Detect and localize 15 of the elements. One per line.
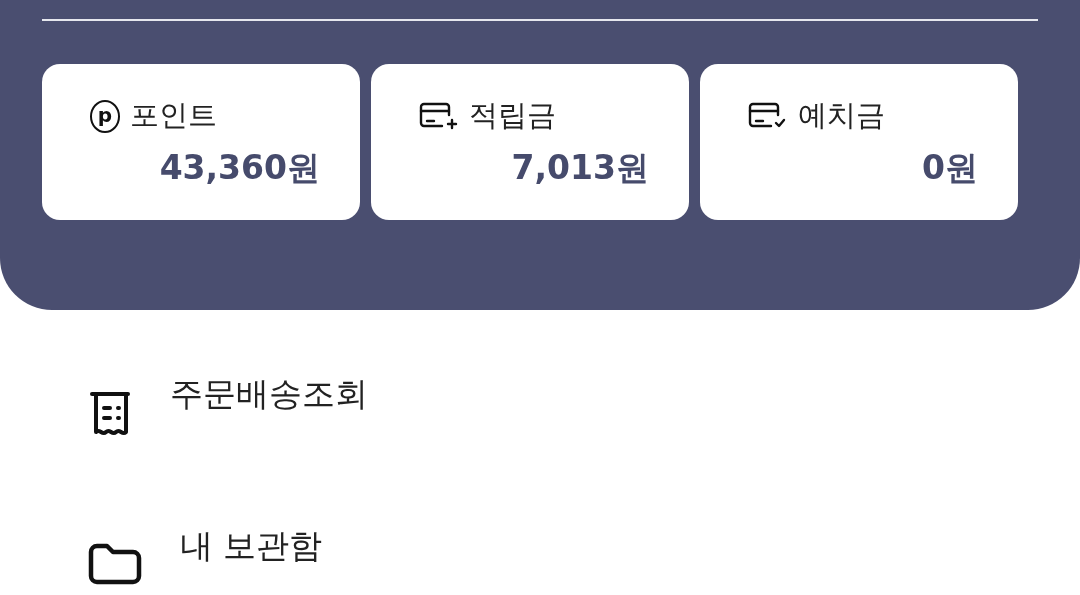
menu-item[interactable]: 내 보관함 [88, 524, 1080, 586]
menu-item[interactable]: 주문배송조회 [88, 372, 1080, 438]
receipt-icon [88, 390, 132, 438]
balance-label: 포인트 [130, 97, 217, 134]
balance-amount: 0원 [922, 147, 978, 189]
balance-amount: 7,013원 [511, 147, 649, 189]
balance-card[interactable]: 예치금 0원 [700, 64, 1018, 220]
balance-card[interactable]: 적립금 7,013원 [371, 64, 689, 220]
folder-icon [88, 542, 142, 586]
balance-card[interactable]: p 포인트 43,360원 [42, 64, 360, 220]
balance-label: 적립금 [469, 97, 556, 134]
point-icon: p [90, 99, 120, 133]
balance-label: 예치금 [798, 97, 885, 134]
balance-amount: 43,360원 [159, 147, 320, 189]
card-plus-icon [419, 101, 459, 131]
